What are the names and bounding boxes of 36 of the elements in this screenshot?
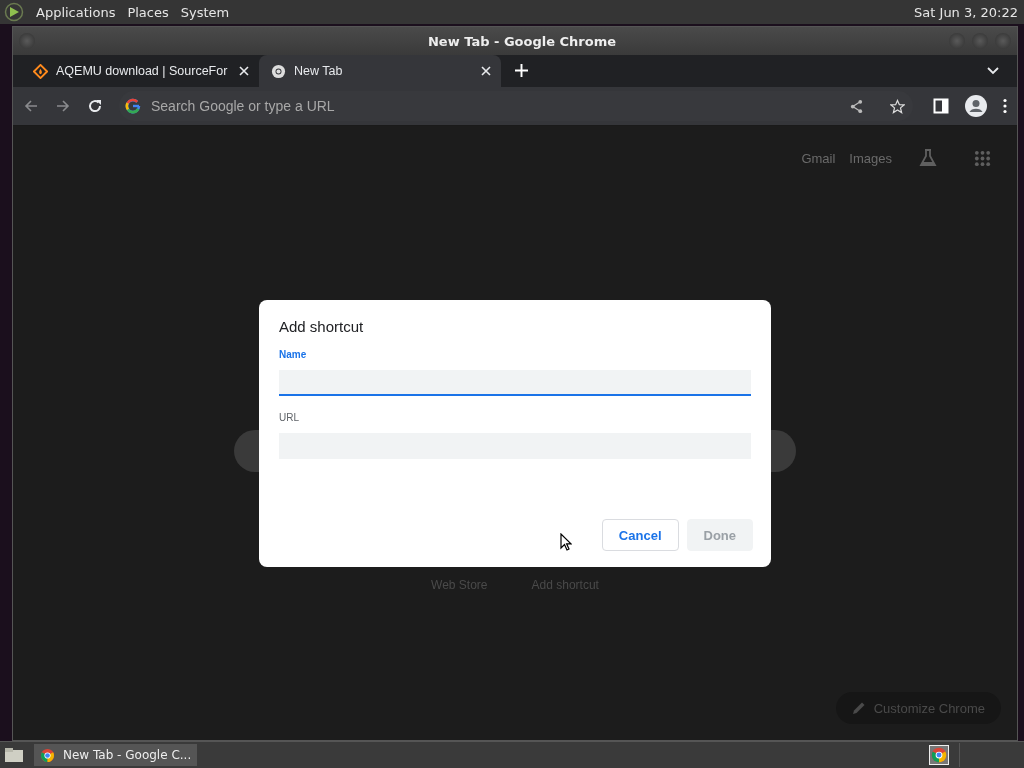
- play-logo-icon[interactable]: [4, 2, 24, 22]
- forward-icon[interactable]: [55, 98, 71, 114]
- apps-grid-icon[interactable]: [974, 149, 991, 167]
- star-icon[interactable]: [890, 98, 905, 114]
- panel-menu[interactable]: System: [180, 4, 230, 20]
- share-icon[interactable]: [849, 98, 864, 114]
- pencil-icon: [851, 701, 866, 715]
- back-icon[interactable]: [23, 98, 39, 114]
- panel-menu[interactable]: Places: [127, 4, 169, 20]
- flask-icon[interactable]: [918, 148, 938, 168]
- browser-tab[interactable]: New Tab: [259, 55, 501, 87]
- panel-menu[interactable]: Applications: [36, 4, 116, 20]
- close-icon[interactable]: [239, 66, 249, 76]
- window-title: New Tab - Google Chrome: [426, 33, 618, 49]
- dialog-title: Add shortcut: [279, 318, 365, 335]
- new-tab-icon[interactable]: [515, 64, 528, 77]
- clock[interactable]: Sat Jun 3, 20:22: [914, 4, 1020, 20]
- reload-icon[interactable]: [87, 98, 103, 114]
- diamond-icon: [33, 63, 48, 79]
- taskbar-task[interactable]: New Tab - Google C...: [34, 744, 198, 766]
- chrome-icon[interactable]: [929, 745, 949, 765]
- mouse-pointer-icon: [559, 533, 572, 551]
- dialog-button[interactable]: Cancel: [601, 519, 679, 551]
- side-panel-icon[interactable]: [933, 98, 949, 114]
- menu-icon[interactable]: [1003, 98, 1007, 114]
- browser-tab[interactable]: AQEMU download | SourceFor: [21, 55, 259, 87]
- field-label: Name: [279, 349, 307, 360]
- input-field[interactable]: [279, 370, 751, 396]
- chrome-icon: [40, 747, 55, 763]
- folder-icon[interactable]: [4, 747, 24, 763]
- chevron-down-icon[interactable]: [987, 67, 999, 75]
- chrome-icon: [271, 63, 286, 79]
- field-label: URL: [279, 412, 299, 423]
- avatar-icon[interactable]: [965, 95, 987, 117]
- g-logo-icon: [125, 98, 141, 114]
- close-icon[interactable]: [481, 66, 491, 76]
